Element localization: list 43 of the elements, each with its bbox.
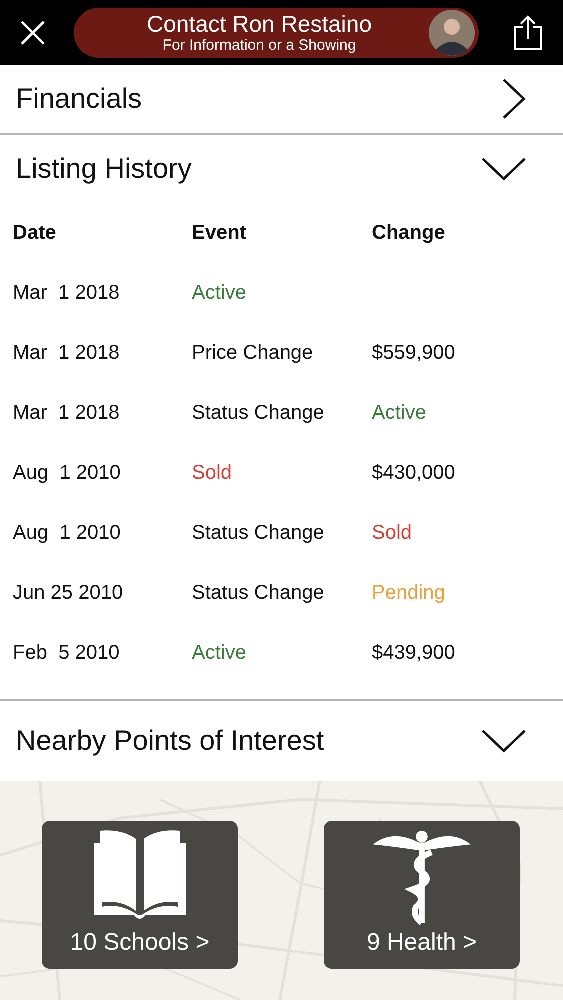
caduceus-icon	[372, 829, 472, 925]
table-cell-text: Mar 1 2018	[13, 401, 120, 426]
table-cell-text: Aug 1 2010	[13, 461, 121, 486]
column-header: Event	[192, 221, 246, 246]
contact-button[interactable]: Contact Ron Restaino For Information or a Showing	[74, 8, 479, 58]
table-cell-text: Feb 5 2010	[13, 641, 120, 666]
chevron-down-icon[interactable]	[481, 728, 527, 754]
table-cell-text: Pending	[372, 581, 446, 606]
table-cell-text: Sold	[372, 521, 412, 546]
poi-label: 10 Schools >	[70, 928, 210, 958]
avatar-icon	[429, 10, 475, 56]
column-header: Date	[13, 221, 56, 246]
contact-subtitle: For Information or a Showing	[162, 38, 356, 52]
table-cell-text: Status Change	[192, 521, 324, 546]
column-header: Change	[372, 221, 446, 246]
table-cell-text: Active	[192, 281, 246, 306]
chevron-down-icon[interactable]	[481, 156, 527, 182]
poi-tile[interactable]: 9 Health >	[324, 821, 520, 969]
section-header[interactable]: Financials	[0, 65, 563, 133]
poi-label: 9 Health >	[366, 928, 478, 958]
chevron-right-icon[interactable]	[501, 78, 527, 120]
table-cell-text: Mar 1 2018	[13, 281, 120, 306]
table-cell-text: Active	[372, 401, 426, 426]
section-header[interactable]: Nearby Points of Interest	[0, 701, 563, 781]
close-icon[interactable]	[20, 20, 46, 46]
section-title: Financials	[16, 82, 142, 116]
table-cell-text: Jun 25 2010	[13, 581, 124, 606]
section-header[interactable]: Listing History	[0, 135, 563, 203]
table-cell-text: Mar 1 2018	[13, 341, 120, 366]
poi-tile[interactable]: 10 Schools >	[42, 821, 238, 969]
section-title: Listing History	[16, 152, 192, 186]
table-cell-text: $559,900	[372, 341, 456, 366]
table-cell-text: Status Change	[192, 401, 324, 426]
table-cell-text: $430,000	[372, 461, 456, 486]
table-cell-text: Status Change	[192, 581, 324, 606]
section-title: Nearby Points of Interest	[16, 724, 324, 758]
table-cell-text: Price Change	[192, 341, 314, 366]
table-cell-text: Sold	[192, 461, 232, 486]
table-cell-text: Active	[192, 641, 246, 666]
table-cell-text: $439,900	[372, 641, 456, 666]
share-icon[interactable]	[513, 14, 543, 50]
contact-title: Contact Ron Restaino	[146, 12, 372, 36]
table-cell-text: Aug 1 2010	[13, 521, 121, 546]
